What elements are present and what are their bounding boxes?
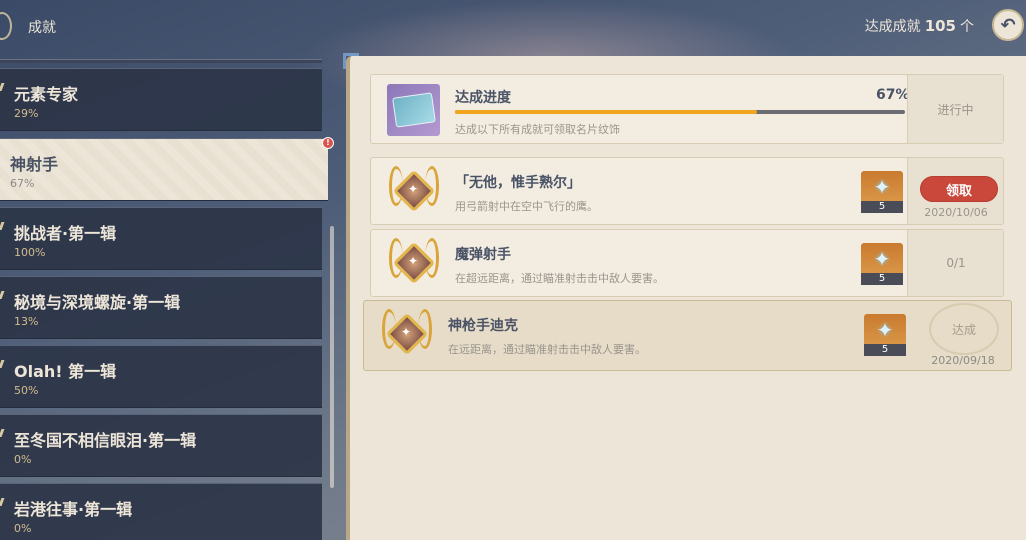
category-name: 挑战者·第一辑 [14,224,117,243]
reward-quantity: 5 [861,201,903,213]
category-tick-icon [0,360,5,368]
category-scrollbar[interactable] [330,226,334,488]
primogem-icon: ✦ [873,247,891,271]
achievement-description: 用弓箭射中在空中飞行的鹰。 [455,200,598,213]
primogem-reward: ✦ 5 [864,314,906,356]
category-percent: 13% [14,315,39,328]
achievement-emblem-icon [0,12,12,40]
category-name: 神射手 [10,155,59,174]
achievement-title: 神枪手迪克 [448,318,518,334]
category-tick-icon [0,498,5,506]
achievement-date: 2020/10/06 [924,206,988,219]
achievement-title: 魔弹射手 [455,247,511,263]
category-item-liyue-harbor[interactable]: 岩港往事·第一辑 0% [0,483,322,540]
progress-percent: 67% [876,87,910,103]
achievement-side-cell: 0/1 [907,230,1003,296]
back-button[interactable]: ↶ [992,9,1024,41]
page-title: 成就 [28,20,56,36]
category-percent: 50% [14,384,39,397]
achievement-card-completed: ✦ 神枪手迪克 在远距离，通过瞄准射击击中敌人要害。 ✦ 5 达成 2020/0… [363,300,1012,371]
category-name: Olah! 第一辑 [14,362,117,381]
category-tick-icon [0,291,5,299]
achievement-emblem-icon: ✦ [389,238,439,290]
category-tick-icon [0,83,5,91]
achievement-card: ✦ 「无他，惟手熟尔」 用弓箭射中在空中飞行的鹰。 ✦ 5 领取 2020/10… [370,157,1004,225]
achievement-emblem-icon: ✦ [389,166,439,218]
category-percent: 0% [14,453,32,466]
achievement-count-unit: 个 [960,19,974,35]
achievement-count: 达成成就 105 个 [865,16,974,36]
namecard-reward-icon [387,84,440,136]
reward-quantity: 5 [861,273,903,285]
progress-subtitle: 达成以下所有成就可领取名片纹饰 [455,123,620,136]
achievement-count-value: 105 [924,17,956,35]
category-percent: 67% [10,177,35,190]
reward-quantity: 5 [864,344,906,356]
notification-badge: ! [322,137,334,149]
category-percent: 100% [14,246,46,259]
list-divider [0,59,322,63]
progress-bar [455,110,905,114]
top-bar: 成就 达成成就 105 个 ↶ [0,0,1026,52]
achievement-title: 「无他，惟手熟尔」 [455,175,581,191]
achievement-progress-count: 0/1 [946,256,966,270]
category-tick-icon [0,222,5,230]
progress-status: 进行中 [907,75,1003,143]
achievement-card: ✦ 魔弹射手 在超远距离，通过瞄准射击击中敌人要害。 ✦ 5 0/1 [370,229,1004,297]
category-item-challenger[interactable]: 挑战者·第一辑 100% [0,207,322,270]
primogem-icon: ✦ [873,175,891,199]
achievement-side-cell: 达成 2020/09/18 [915,301,1011,370]
claim-button[interactable]: 领取 [920,176,998,202]
primogem-reward: ✦ 5 [861,243,903,285]
panel-corner-ornament [343,53,359,69]
primogem-reward: ✦ 5 [861,171,903,213]
achievement-description: 在超远距离，通过瞄准射击击中敌人要害。 [455,272,664,285]
progress-title: 达成进度 [455,90,511,106]
progress-bar-fill [455,110,757,114]
achievement-count-label: 达成成就 [864,19,921,35]
category-name: 秘境与深境螺旋·第一辑 [14,293,181,312]
category-percent: 0% [14,522,32,535]
category-item-snezhnaya[interactable]: 至冬国不相信眼泪·第一辑 0% [0,414,322,477]
category-name: 岩港往事·第一辑 [14,500,133,519]
category-name: 元素专家 [14,85,79,104]
category-item-olah[interactable]: Olah! 第一辑 50% [0,345,322,408]
achievement-emblem-icon: ✦ [382,309,432,361]
primogem-icon: ✦ [876,318,894,342]
category-name: 至冬国不相信眼泪·第一辑 [14,431,197,450]
achievement-date: 2020/09/18 [931,354,995,367]
completed-seal-icon: 达成 [929,303,999,355]
category-list[interactable]: 元素专家 29% 神射手 67% ! 挑战者·第一辑 100% 秘境与深境螺旋·… [0,52,335,540]
category-progress-card: 达成进度 67% 达成以下所有成就可领取名片纹饰 进行中 [370,74,1004,144]
category-item-domains-spiral-abyss[interactable]: 秘境与深境螺旋·第一辑 13% [0,276,322,339]
category-tick-icon [0,429,5,437]
category-percent: 29% [14,107,39,120]
back-arrow-icon: ↶ [1000,14,1016,36]
category-item-elemental-specialist[interactable]: 元素专家 29% [0,68,322,131]
category-item-marksman[interactable]: 神射手 67% ! [0,137,334,201]
achievement-side-cell: 领取 2020/10/06 [907,158,1003,224]
achievement-description: 在远距离，通过瞄准射击击中敌人要害。 [448,343,646,356]
